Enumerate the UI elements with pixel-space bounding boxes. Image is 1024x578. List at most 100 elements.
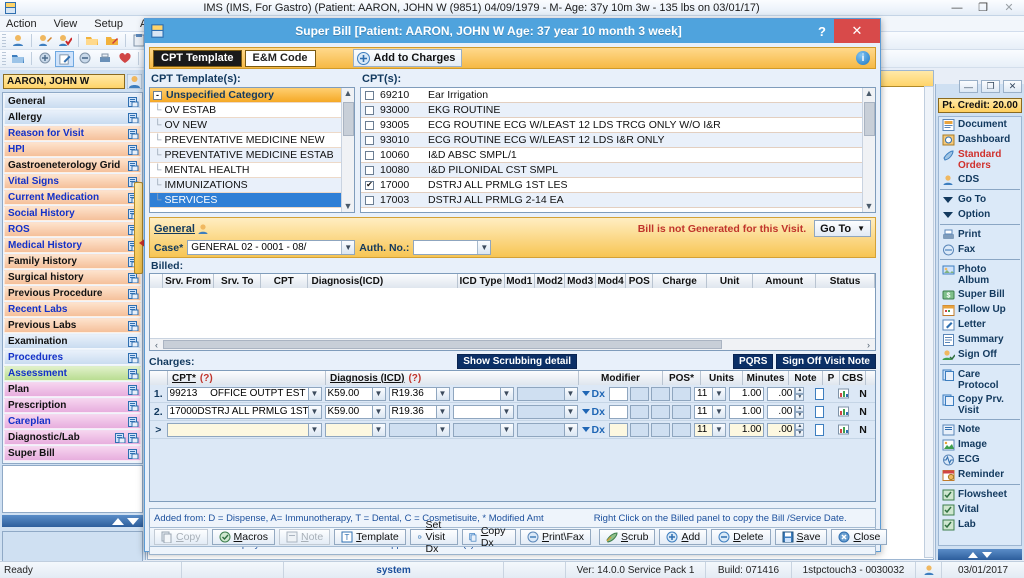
- sidebar-item-current-medication[interactable]: Current Medication: [4, 190, 141, 205]
- dx2-group[interactable]: R19.36 ▼: [388, 386, 450, 401]
- sidebar-item-medical-history[interactable]: Medical History: [4, 238, 141, 253]
- dx1-group[interactable]: ▼: [324, 422, 386, 437]
- cpt-template-row[interactable]: └ MENTAL HEALTH: [150, 163, 341, 178]
- sidebar-item-ros[interactable]: ROS: [4, 222, 141, 237]
- rp-minimize-button[interactable]: —: [959, 80, 978, 93]
- cpt-template-row[interactable]: - Unspecified Category: [150, 88, 341, 103]
- delete-button[interactable]: Delete: [711, 529, 771, 545]
- record-icon[interactable]: [127, 96, 140, 108]
- print-fax-button[interactable]: Print\Fax: [519, 529, 591, 545]
- pos-group[interactable]: 11 ▼: [693, 404, 726, 419]
- charge-pos-field[interactable]: 11: [693, 422, 713, 437]
- sidebar-item-family-history[interactable]: Family History: [4, 254, 141, 269]
- dx2-group[interactable]: R19.36 ▼: [388, 404, 450, 419]
- go-to-button[interactable]: Go To ▼: [814, 220, 871, 237]
- pos-chevron-icon[interactable]: ▼: [712, 404, 726, 419]
- charge-payment-icon[interactable]: [836, 424, 852, 435]
- dx1-group[interactable]: K59.00 ▼: [324, 386, 386, 401]
- sidebar-item-previous-labs[interactable]: Previous Labs: [4, 318, 141, 333]
- right-sidebar-item-flowsheet[interactable]: Flowsheet: [939, 487, 1021, 502]
- charge-mod3-field[interactable]: [650, 422, 670, 437]
- charge-minutes-field[interactable]: .00: [767, 386, 796, 401]
- sidebar-item-super-bill[interactable]: Super Bill: [4, 446, 141, 461]
- charge-minutes-field[interactable]: .00: [767, 404, 796, 419]
- cpt-row[interactable]: 10060 I&D ABSC SMPL/1: [361, 148, 862, 163]
- charge-units-field[interactable]: 1.00: [728, 422, 765, 437]
- charge-payment-icon[interactable]: [836, 388, 852, 399]
- charge-dx1-field[interactable]: K59.00: [324, 404, 373, 419]
- charge-cpt-chevron-icon[interactable]: ▼: [308, 422, 322, 437]
- record-icon[interactable]: [127, 288, 140, 300]
- billed-grid-body[interactable]: [150, 288, 875, 338]
- charge-cpt-field[interactable]: 17000DSTRJ ALL PRMLG 1ST LES: [166, 404, 309, 419]
- cpt-template-row[interactable]: └ OV ESTAB: [150, 103, 341, 118]
- pqrs-button[interactable]: PQRS: [733, 354, 774, 369]
- charge-row[interactable]: > ▼ ▼ ▼ ▼ ▼ Dx 11 ▼ 1.00.00 ▲ ▼ N: [150, 421, 875, 439]
- minutes-group[interactable]: .00 ▲ ▼: [767, 386, 805, 401]
- record-icon[interactable]: [127, 352, 140, 364]
- toolbar-grip-2[interactable]: [2, 51, 6, 66]
- charge-pos-field[interactable]: 11: [693, 386, 713, 401]
- case-select-chevron-icon[interactable]: ▼: [341, 241, 355, 254]
- dx3-group[interactable]: ▼: [452, 386, 514, 401]
- pos-chevron-icon[interactable]: ▼: [712, 386, 726, 401]
- maximize-button[interactable]: ❐: [970, 1, 996, 14]
- dx1-chevron-icon[interactable]: ▼: [372, 422, 386, 437]
- rp-scroll-up-icon[interactable]: [968, 551, 978, 558]
- billed-scroll-thumb[interactable]: [163, 340, 722, 349]
- right-sidebar-item-copy-prv-visit[interactable]: Copy Prv. Visit: [939, 392, 1021, 417]
- sidebar-item-recent-labs[interactable]: Recent Labs: [4, 302, 141, 317]
- charge-mod3-field[interactable]: [650, 386, 670, 401]
- charge-dx2-field[interactable]: [388, 422, 437, 437]
- cpt-field-group[interactable]: 99213 OFFICE OUTPT EST ▼: [166, 386, 322, 401]
- cpts-scrollbar[interactable]: ▲ ▼: [862, 88, 875, 212]
- close-button[interactable]: Close: [831, 529, 888, 545]
- charge-mod4-field[interactable]: [671, 404, 691, 419]
- right-sidebar-item-document[interactable]: Document: [939, 117, 1021, 132]
- macros-button[interactable]: Macros: [211, 529, 275, 545]
- charge-payment-icon[interactable]: [836, 406, 852, 417]
- right-sidebar-item-note[interactable]: Note: [939, 422, 1021, 437]
- sidebar-item-plan[interactable]: Plan: [4, 382, 141, 397]
- right-sidebar-item-fax[interactable]: Fax: [939, 242, 1021, 257]
- record-icon[interactable]: [127, 384, 140, 396]
- sidebar-item-hpi[interactable]: HPI: [4, 142, 141, 157]
- modifier-group[interactable]: [608, 404, 691, 419]
- cpt-template-row[interactable]: └ SERVICES: [150, 193, 341, 208]
- sidebar-item-social-history[interactable]: Social History: [4, 206, 141, 221]
- dx-mapping-indicator[interactable]: Dx: [581, 388, 605, 400]
- edit-record-icon[interactable]: [55, 50, 74, 67]
- charges-rows[interactable]: 1. 99213 OFFICE OUTPT EST ▼ K59.00 ▼ R19.36 ▼ ▼ ▼…: [150, 385, 875, 439]
- close-button[interactable]: ✕: [996, 1, 1022, 14]
- sidebar-item-examination[interactable]: Examination: [4, 334, 141, 349]
- dx4-chevron-icon[interactable]: ▼: [564, 404, 578, 419]
- charge-dx2-field[interactable]: R19.36: [388, 386, 437, 401]
- cpt-checkbox[interactable]: ✔: [365, 180, 374, 190]
- modifier-group[interactable]: [608, 386, 691, 401]
- right-sidebar-item-go-to[interactable]: Go To: [939, 192, 1021, 207]
- right-sidebar-scroll-controls[interactable]: [938, 549, 1022, 560]
- charge-mod4-field[interactable]: [671, 386, 691, 401]
- right-sidebar-item-print[interactable]: Print: [939, 227, 1021, 242]
- patient-icon[interactable]: [8, 33, 27, 49]
- cpt-template-row[interactable]: └ PREVENTATIVE MEDICINE ESTAB: [150, 148, 341, 163]
- record-icon[interactable]: [127, 144, 140, 156]
- right-sidebar-item-care-protocol[interactable]: Care Protocol: [939, 367, 1021, 392]
- nav-scroll-down-icon[interactable]: [127, 517, 139, 525]
- tab-cpt-template[interactable]: CPT Template: [153, 49, 242, 67]
- billed-scroll-right-icon[interactable]: ›: [863, 340, 874, 350]
- cpt-field-group[interactable]: ▼: [166, 422, 322, 437]
- right-sidebar-item-sign-off[interactable]: Sign Off: [939, 347, 1021, 362]
- cpt-row[interactable]: ✔ 17000 DSTRJ ALL PRMLG 1ST LES: [361, 178, 862, 193]
- minutes-group[interactable]: .00 ▲ ▼: [767, 422, 805, 437]
- sidebar-item-surgical-history[interactable]: Surgical history: [4, 270, 141, 285]
- status-user-icon[interactable]: [916, 561, 942, 578]
- tpl-scroll-thumb[interactable]: [342, 102, 354, 136]
- cpt-row[interactable]: 17003 DSTRJ ALL PRMLG 2-14 EA: [361, 193, 862, 208]
- charge-dx4-field[interactable]: [516, 422, 565, 437]
- charge-mod2-field[interactable]: [629, 404, 649, 419]
- dx3-chevron-icon[interactable]: ▼: [500, 404, 514, 419]
- set-visit-dx-button[interactable]: D Set Visit Dx: [409, 519, 459, 555]
- right-sidebar-item-image[interactable]: Image: [939, 437, 1021, 452]
- billed-grid-scrollbar[interactable]: ‹ ›: [150, 338, 875, 350]
